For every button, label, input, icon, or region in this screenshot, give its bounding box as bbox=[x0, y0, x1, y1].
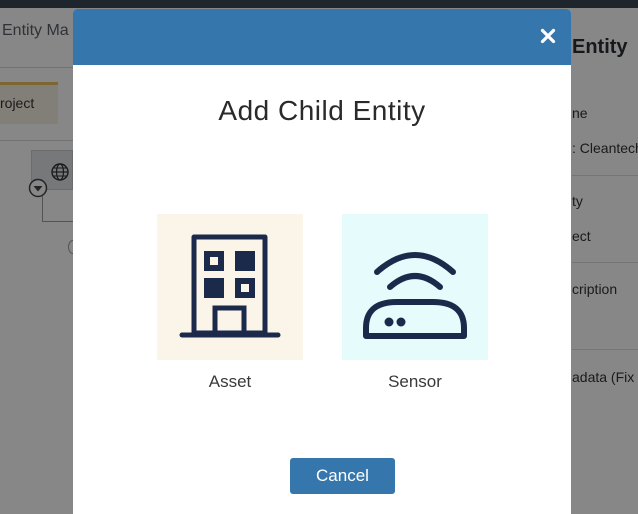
asset-option-label: Asset bbox=[208, 372, 252, 391]
modal-title: Add Child Entity bbox=[218, 95, 426, 126]
asset-option-tile[interactable] bbox=[157, 214, 303, 360]
close-icon[interactable] bbox=[535, 23, 561, 49]
add-child-entity-dialog: Add Child Entity Asset Sensor Cancel bbox=[73, 9, 571, 514]
cancel-button[interactable]: Cancel bbox=[290, 458, 395, 494]
sensor-option-tile[interactable] bbox=[342, 214, 488, 360]
building-icon bbox=[157, 214, 303, 360]
sensor-option-label: Sensor bbox=[388, 372, 442, 391]
modal-header bbox=[73, 9, 571, 65]
sensor-icon bbox=[342, 214, 488, 360]
